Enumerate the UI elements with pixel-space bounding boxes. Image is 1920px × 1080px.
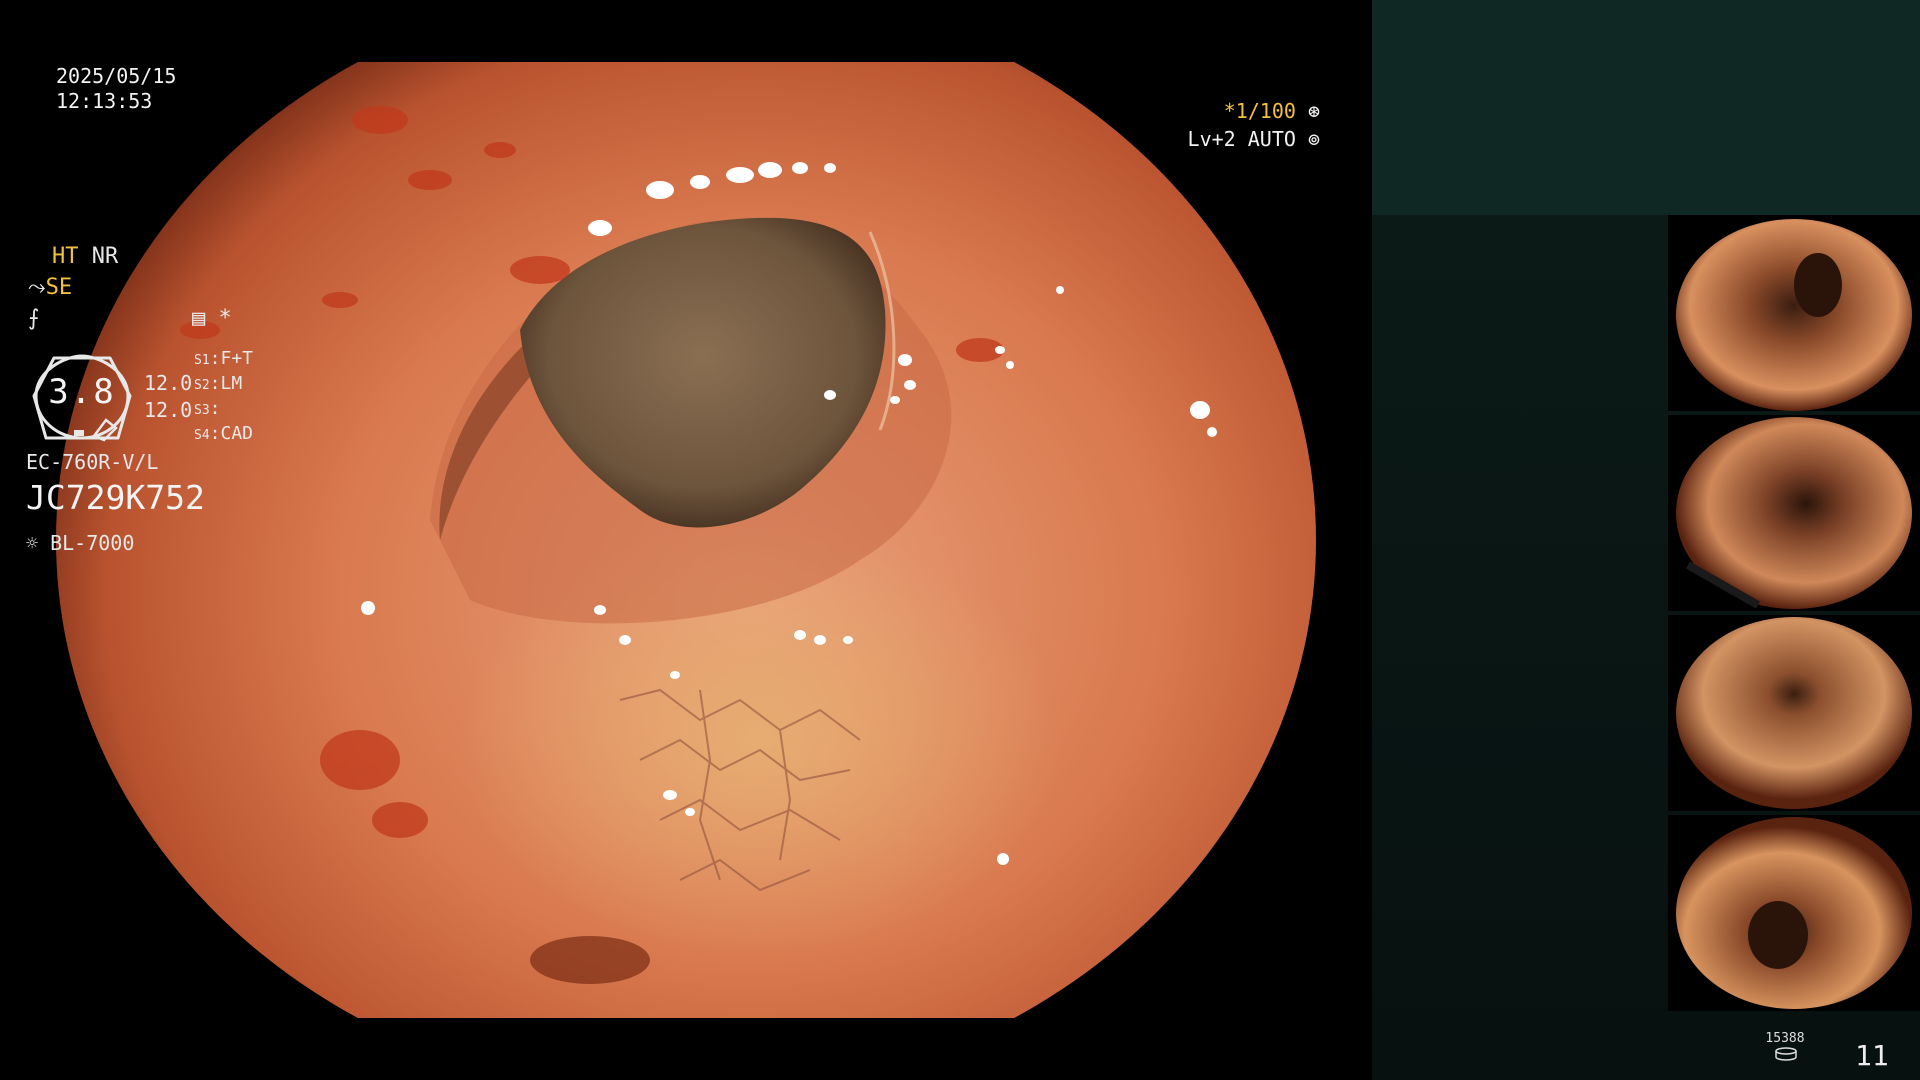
captured-image-thumbnail[interactable] (1668, 615, 1920, 811)
exam-date: 2025/05/15 (56, 64, 177, 88)
light-source-model: BL-7000 (50, 531, 135, 555)
setting-value-b: 12.0 (144, 398, 193, 422)
switch-1: S1:F+T (194, 348, 254, 369)
mode-row-se: ⤳SE (28, 275, 72, 301)
switch-4-value: CAD (220, 423, 254, 444)
auto-iris-icon: ⊚ (1295, 127, 1320, 151)
brightness-level-value: Lv+2 AUTO (1187, 127, 1296, 151)
thumbnail-image (1676, 417, 1912, 609)
nr-indicator: NR (91, 244, 119, 269)
light-source-row: ☼ BL-7000 (26, 530, 134, 556)
thumbnail-image (1676, 219, 1912, 411)
switch-1-value: F+T (220, 348, 254, 369)
scope-angle-icon: ⤳ (28, 275, 46, 300)
captured-image-thumbnail[interactable] (1668, 415, 1920, 611)
endoscope-view: 2025/05/15 12:13:53 *1/100 ⊛ Lv+2 AUTO ⊚ (0, 0, 1372, 1080)
image-count: 15388 (1765, 1031, 1805, 1046)
freeze-icon: ⨍ (28, 306, 40, 331)
menu-icon-row: ▤ * (192, 306, 232, 332)
switch-3-key: S3 (194, 403, 210, 418)
captured-image-thumbnail[interactable] (1668, 815, 1920, 1011)
setting-value-a: 12.0 (144, 371, 193, 395)
thumbnail-image (1676, 817, 1912, 1009)
image-page-number: 11 (1855, 1039, 1889, 1072)
exam-time: 12:13:53 (56, 89, 153, 113)
endoscopic-image (56, 62, 1316, 1018)
thumbnail-image (1676, 617, 1912, 809)
switch-1-key: S1 (194, 353, 210, 368)
shutter-speed-value: *1/100 (1223, 99, 1296, 123)
shutter-icon: ⊛ (1295, 99, 1320, 123)
captured-image-strip (1668, 215, 1920, 1015)
brightness-level-readout: Lv+2 AUTO ⊚ (1188, 127, 1320, 151)
shutter-speed-readout: *1/100 ⊛ (1224, 99, 1320, 123)
switch-2: S2:LM (194, 373, 243, 394)
switch-4-key: S4 (194, 428, 210, 443)
menu-icon: ▤ (192, 306, 206, 331)
captured-image-thumbnail[interactable] (1668, 215, 1920, 411)
switch-3: S3: (194, 398, 221, 419)
light-source-icon: ☼ (26, 531, 39, 555)
panel-header (1372, 0, 1920, 215)
gauge-value: 3.8 (48, 372, 116, 412)
switch-2-key: S2 (194, 378, 210, 393)
switch-2-value: LM (220, 373, 243, 394)
se-indicator: SE (45, 275, 73, 300)
switch-4: S4:CAD (194, 423, 254, 444)
ht-indicator: HT (52, 244, 79, 269)
scope-serial-number: JC729K752 (26, 478, 205, 517)
disk-icon (1775, 1047, 1797, 1061)
mode-row-freeze: ⨍ (28, 306, 39, 332)
star-icon: * (218, 306, 232, 331)
scope-model: EC-760R-V/L (26, 450, 159, 474)
mode-row-ht: HT NR (52, 244, 118, 270)
